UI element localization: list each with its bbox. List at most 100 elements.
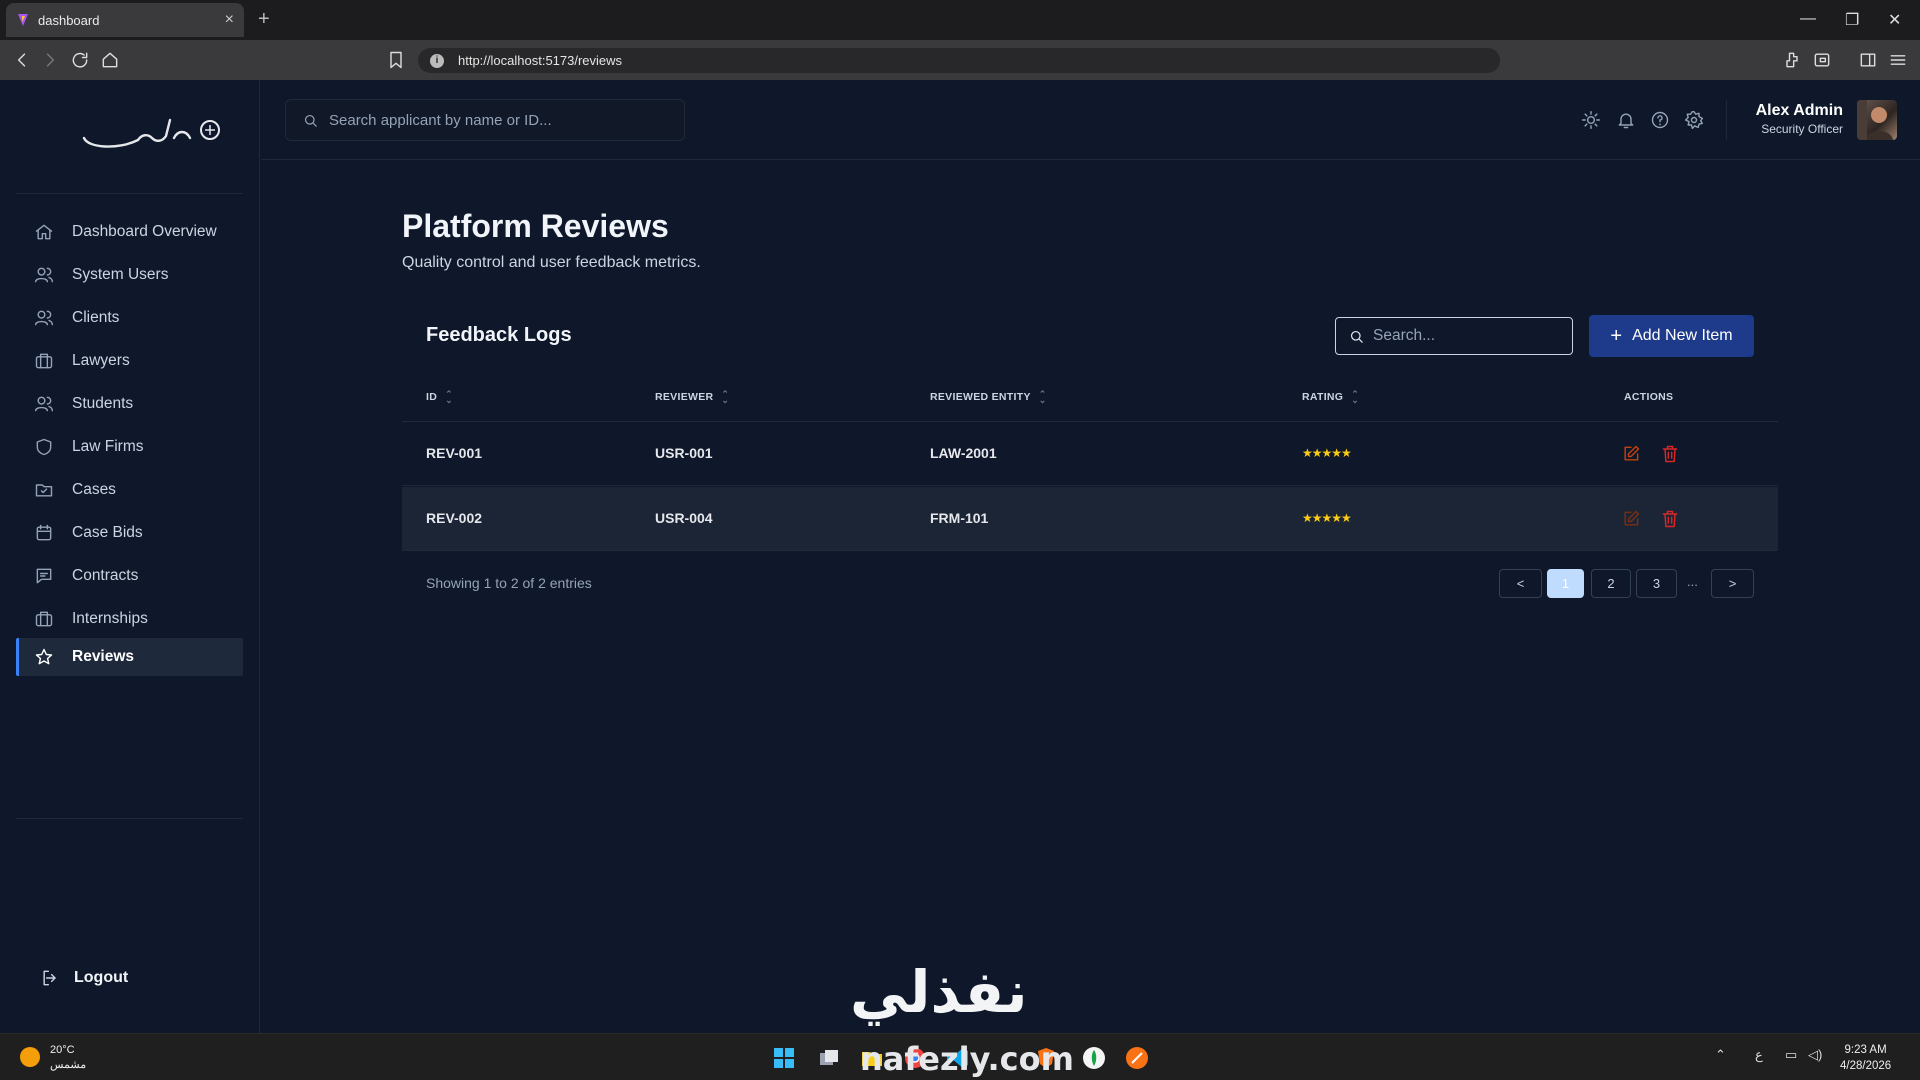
user-info[interactable]: Alex Admin Security Officer	[1725, 102, 1843, 136]
tab-title: dashboard	[38, 12, 100, 28]
sidebar-item-label: Law Firms	[72, 438, 144, 455]
site-info-icon[interactable]: i	[430, 53, 444, 68]
rating-stars: ★★★★★	[1302, 446, 1352, 460]
watermark-arabic: نفذلي	[850, 958, 1028, 1026]
column-header-reviewer[interactable]: REVIEWER ⌃ ⌄	[655, 389, 730, 405]
sidebar-item-label: System Users	[72, 266, 169, 283]
bell-icon[interactable]	[1616, 110, 1636, 130]
sidebar-item-label: Lawyers	[72, 352, 130, 369]
briefcase-icon	[35, 353, 53, 369]
network-icon[interactable]: ▭	[1785, 1047, 1797, 1063]
pagination-page-3[interactable]: 3	[1636, 569, 1677, 598]
sidebar-item-label: Clients	[72, 309, 120, 326]
table-row[interactable]: REV-002 USR-004 FRM-101 ★★★★★	[402, 487, 1778, 551]
pagination-prev-button[interactable]: <	[1499, 569, 1542, 598]
home-icon	[35, 224, 53, 240]
column-header-id[interactable]: ID ⌃ ⌄	[426, 390, 453, 405]
users-icon	[34, 310, 54, 326]
table-search-input[interactable]: Search...	[1335, 317, 1573, 355]
column-header-label: REVIEWED ENTITY	[930, 391, 1031, 403]
mongodb-icon[interactable]	[1082, 1046, 1106, 1070]
sidebar-item-contracts[interactable]: Contracts	[16, 557, 243, 595]
user-name: Alex Admin	[1755, 102, 1843, 119]
sun-icon[interactable]	[1581, 110, 1601, 130]
star-icon	[35, 648, 53, 665]
pagination-page-1[interactable]: 1	[1547, 569, 1584, 598]
logout-button[interactable]: Logout	[40, 968, 128, 988]
postman-icon[interactable]	[1125, 1046, 1149, 1070]
weather-sun-icon[interactable]	[20, 1047, 40, 1067]
sidebar-item-case-bids[interactable]: Case Bids	[16, 514, 243, 552]
pagination-next-button[interactable]: >	[1711, 569, 1754, 598]
sidebar-item-lawyers[interactable]: Lawyers	[16, 342, 243, 380]
cell-entity: LAW-2001	[930, 445, 997, 461]
edit-icon[interactable]	[1621, 509, 1641, 529]
forward-icon[interactable]	[40, 50, 60, 70]
sidebar-item-reviews[interactable]: Reviews	[16, 638, 243, 676]
column-header-rating[interactable]: RATING ⌃ ⌄	[1302, 389, 1360, 405]
edit-icon[interactable]	[1621, 444, 1641, 464]
reload-icon[interactable]	[70, 50, 90, 70]
sort-icon: ⌃ ⌄	[1038, 389, 1047, 405]
extensions-icon[interactable]	[1782, 50, 1802, 70]
weather-widget[interactable]: 20°C مشمس	[50, 1043, 86, 1073]
cell-id: REV-002	[426, 510, 483, 526]
column-header-label: REVIEWER	[655, 391, 714, 403]
card-title: Feedback Logs	[426, 324, 572, 346]
logout-label: Logout	[74, 969, 129, 986]
shield-icon	[36, 438, 52, 456]
trash-icon[interactable]	[1660, 509, 1680, 529]
tab-close-button[interactable]: ×	[225, 11, 234, 29]
user-role: Security Officer	[1761, 122, 1843, 136]
users-icon	[34, 267, 54, 283]
tray-overflow-icon[interactable]: ⌃	[1715, 1047, 1726, 1063]
sidebar-toggle-icon[interactable]	[1858, 50, 1878, 70]
sort-icon: ⌃ ⌄	[721, 389, 730, 405]
sidebar-item-label: Contracts	[72, 567, 139, 584]
windows-start-icon[interactable]	[772, 1046, 796, 1070]
wallet-icon[interactable]	[1812, 50, 1832, 70]
page-subtitle: Quality control and user feedback metric…	[402, 254, 701, 271]
sidebar-item-internships[interactable]: Internships	[16, 600, 243, 638]
back-icon[interactable]	[12, 50, 32, 70]
sidebar-item-students[interactable]: Students	[16, 385, 243, 423]
browser-tab-bar: dashboard × + — ❐ ✕	[0, 0, 1920, 40]
sort-icon: ⌃ ⌄	[1351, 389, 1360, 405]
sidebar-item-dashboard-overview[interactable]: Dashboard Overview	[16, 213, 243, 251]
sidebar-item-law-firms[interactable]: Law Firms	[16, 428, 243, 466]
task-view-icon[interactable]	[817, 1046, 841, 1070]
browser-tab[interactable]: dashboard ×	[6, 3, 244, 37]
gear-icon[interactable]	[1684, 110, 1704, 130]
close-window-icon[interactable]: ✕	[1888, 10, 1901, 30]
sidebar-item-cases[interactable]: Cases	[16, 471, 243, 509]
sidebar-item-clients[interactable]: Clients	[16, 299, 243, 337]
input-language[interactable]: ع	[1755, 1047, 1763, 1063]
menu-icon[interactable]	[1888, 50, 1908, 70]
search-icon	[304, 114, 317, 127]
clock[interactable]: 9:23 AM 4/28/2026	[1840, 1042, 1891, 1074]
address-bar[interactable]: i http://localhost:5173/reviews	[418, 48, 1500, 73]
avatar-image	[1857, 100, 1893, 140]
home-browser-icon[interactable]	[100, 50, 120, 70]
add-new-item-button[interactable]: + Add New Item	[1589, 315, 1754, 357]
restore-icon[interactable]: ❐	[1845, 10, 1859, 30]
temperature: 20°C	[50, 1044, 75, 1056]
column-header-reviewed-entity[interactable]: REVIEWED ENTITY ⌃ ⌄	[930, 389, 1047, 405]
trash-icon[interactable]	[1660, 444, 1680, 464]
volume-icon[interactable]: ◁)	[1808, 1047, 1822, 1063]
watermark-url: nafezly.com	[860, 1040, 1074, 1078]
column-header-label: RATING	[1302, 391, 1344, 403]
minimize-icon[interactable]: —	[1800, 10, 1816, 28]
plus-icon: +	[1610, 325, 1623, 347]
sidebar-item-system-users[interactable]: System Users	[16, 256, 243, 294]
avatar[interactable]	[1857, 100, 1897, 140]
cell-reviewer: USR-001	[655, 445, 713, 461]
help-icon[interactable]	[1650, 110, 1670, 130]
global-search-input[interactable]: Search applicant by name or ID...	[285, 99, 685, 141]
table-row[interactable]: REV-001 USR-001 LAW-2001 ★★★★★	[402, 422, 1778, 486]
global-search-placeholder: Search applicant by name or ID...	[329, 111, 552, 129]
users-icon	[34, 396, 54, 412]
bookmark-icon[interactable]	[386, 50, 406, 70]
pagination-page-2[interactable]: 2	[1591, 569, 1631, 598]
new-tab-button[interactable]: +	[258, 8, 270, 31]
